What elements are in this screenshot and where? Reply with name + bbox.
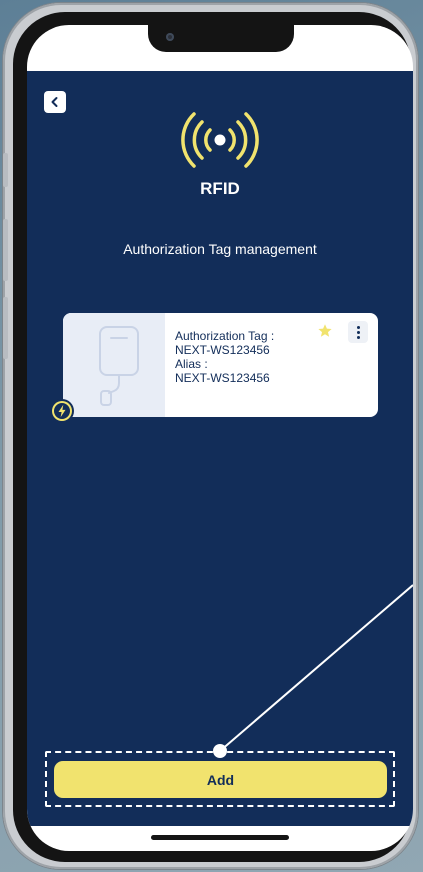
rfid-signal-icon — [181, 112, 259, 168]
back-button[interactable] — [44, 91, 66, 113]
volume-up-button — [3, 219, 8, 281]
tag-value: NEXT-WS123456 — [175, 343, 270, 357]
lightning-bolt-icon — [50, 399, 74, 423]
alias-value: NEXT-WS123456 — [175, 371, 270, 385]
favorite-star-icon[interactable] — [317, 323, 333, 339]
charger-illustration — [99, 326, 139, 406]
chevron-left-icon — [51, 97, 58, 107]
volume-down-button — [3, 297, 8, 359]
tag-details: Authorization Tag : NEXT-WS123456 Alias … — [175, 329, 274, 385]
more-options-button[interactable] — [348, 321, 368, 343]
add-button[interactable]: Add — [54, 761, 387, 798]
rfid-screen: RFID Authorization Tag management Author… — [27, 71, 413, 826]
notch — [148, 25, 294, 52]
page-subtitle: Authorization Tag management — [123, 241, 317, 257]
charger-image — [63, 313, 165, 417]
kebab-menu-icon — [356, 325, 360, 329]
phone-frame: RFID Authorization Tag management Author… — [3, 3, 418, 869]
side-button — [3, 153, 8, 187]
page-title: RFID — [200, 179, 240, 198]
screen: RFID Authorization Tag management Author… — [27, 25, 413, 851]
camera-icon — [166, 33, 174, 41]
home-indicator — [151, 835, 289, 840]
authorization-tag-card[interactable]: Authorization Tag : NEXT-WS123456 Alias … — [63, 313, 378, 417]
alias-label: Alias : — [175, 357, 208, 371]
tag-label: Authorization Tag : — [175, 329, 275, 343]
callout-dot — [213, 744, 227, 758]
